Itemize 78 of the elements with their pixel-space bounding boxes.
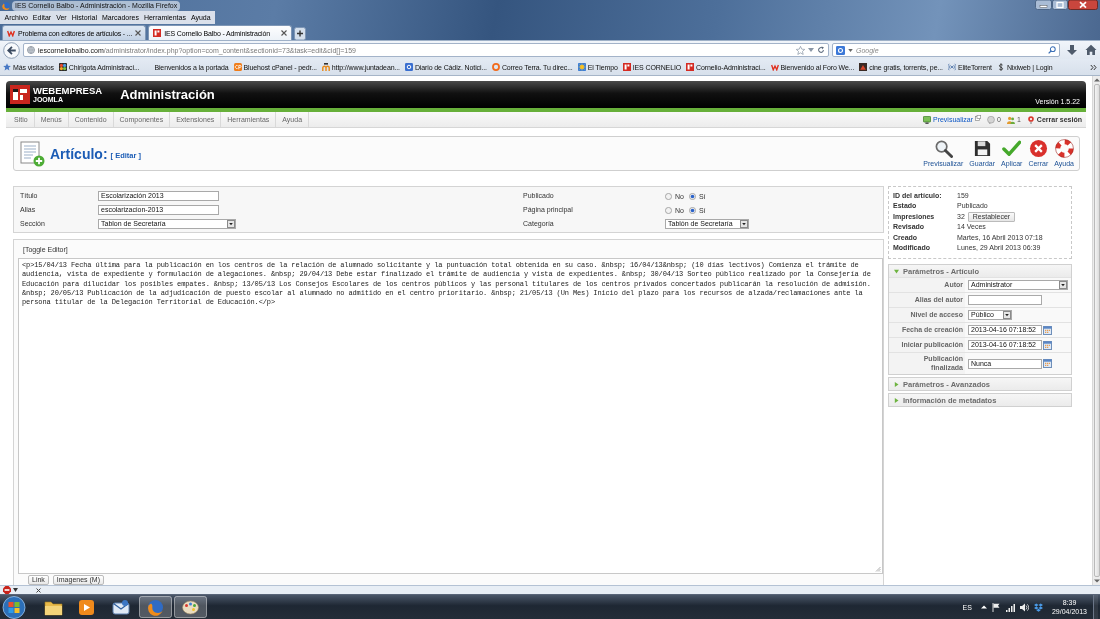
radio-button[interactable] xyxy=(665,192,672,200)
browser-logo-icon[interactable] xyxy=(139,596,172,618)
palette-icon[interactable] xyxy=(174,596,207,618)
plus-icon[interactable] xyxy=(294,27,307,40)
back-icon[interactable] xyxy=(3,41,20,59)
scrollbar[interactable] xyxy=(1092,76,1100,585)
search-engine-icon[interactable] xyxy=(836,45,845,55)
broadcast-icon xyxy=(947,63,956,71)
caret-icon[interactable] xyxy=(13,588,18,592)
square-logo-icon xyxy=(153,29,162,37)
caret-icon xyxy=(1003,311,1011,319)
marker-icon xyxy=(1026,115,1035,124)
download-icon[interactable] xyxy=(1066,44,1078,56)
arrow-up-icon[interactable] xyxy=(1093,77,1100,83)
zigzag-icon xyxy=(7,29,15,37)
arches-icon xyxy=(321,63,330,71)
signal-icon[interactable] xyxy=(1005,602,1015,612)
start-icon[interactable] xyxy=(2,595,26,619)
stop-sign-icon[interactable] xyxy=(3,586,11,594)
diamonds-icon[interactable] xyxy=(1033,602,1043,612)
ring-icon xyxy=(491,63,500,71)
globe-icon xyxy=(27,46,35,54)
maximize-icon[interactable] xyxy=(1052,0,1068,10)
home-icon[interactable] xyxy=(1085,44,1097,56)
triangle-icon xyxy=(894,381,899,387)
page-title: Administración xyxy=(120,87,215,102)
dollar-icon xyxy=(996,63,1005,71)
radio-button[interactable] xyxy=(665,206,672,214)
close-icon[interactable] xyxy=(135,30,142,36)
thumbnail-icon xyxy=(859,63,868,71)
chevron-icon[interactable] xyxy=(1090,63,1097,71)
lifebuoy-icon xyxy=(1054,139,1074,158)
reload-icon[interactable] xyxy=(817,46,825,54)
zigzag-icon xyxy=(770,63,779,71)
chevron-up-icon[interactable] xyxy=(980,604,987,610)
users-icon xyxy=(1006,115,1015,124)
scrollbar-thumb[interactable] xyxy=(1093,84,1100,577)
close-icon[interactable] xyxy=(281,30,288,36)
resize-grip-icon[interactable] xyxy=(875,566,881,572)
show-desktop-button[interactable] xyxy=(1093,595,1098,619)
close-icon[interactable] xyxy=(1068,0,1098,10)
magnifier-icon xyxy=(933,139,953,158)
check-icon xyxy=(1002,139,1022,158)
close-icon[interactable] xyxy=(36,587,41,593)
calendar-icon[interactable] xyxy=(1043,359,1052,368)
caret-icon[interactable] xyxy=(848,48,853,52)
sun-icon xyxy=(577,63,586,71)
triangle-icon xyxy=(894,397,899,403)
search-icon[interactable] xyxy=(1048,46,1056,54)
minimize-icon[interactable] xyxy=(1035,0,1052,10)
radio-button[interactable] xyxy=(688,206,696,214)
tile-icon xyxy=(233,63,242,71)
caret-icon xyxy=(227,220,235,228)
radio-button[interactable] xyxy=(688,192,696,200)
dots-icon xyxy=(58,63,67,71)
text-field[interactable] xyxy=(968,295,1042,305)
bubble-icon xyxy=(987,115,996,124)
triangle-icon xyxy=(894,268,899,274)
flag-icon[interactable] xyxy=(991,602,1001,612)
calendar-icon[interactable] xyxy=(1043,325,1052,335)
logo-text: WEBEMPRESA xyxy=(33,85,103,96)
square-logo-icon xyxy=(686,63,695,71)
close-icon xyxy=(1028,139,1048,158)
star-icon[interactable] xyxy=(796,45,805,55)
square-icon xyxy=(404,63,413,71)
monitor-icon xyxy=(922,115,931,124)
caret-icon xyxy=(740,220,748,228)
star-icon xyxy=(3,63,11,71)
page-heading: Artículo: xyxy=(50,145,108,162)
caret-icon xyxy=(1059,281,1067,289)
calendar-icon[interactable] xyxy=(1043,340,1052,350)
speaker-icon[interactable] xyxy=(1019,602,1029,612)
logo-icon xyxy=(10,85,30,104)
window-icon xyxy=(975,115,982,121)
arrow-down-icon[interactable] xyxy=(1093,578,1100,584)
document-add-icon xyxy=(20,140,45,167)
square-logo-icon xyxy=(622,63,631,71)
browser-logo-icon xyxy=(2,1,10,10)
